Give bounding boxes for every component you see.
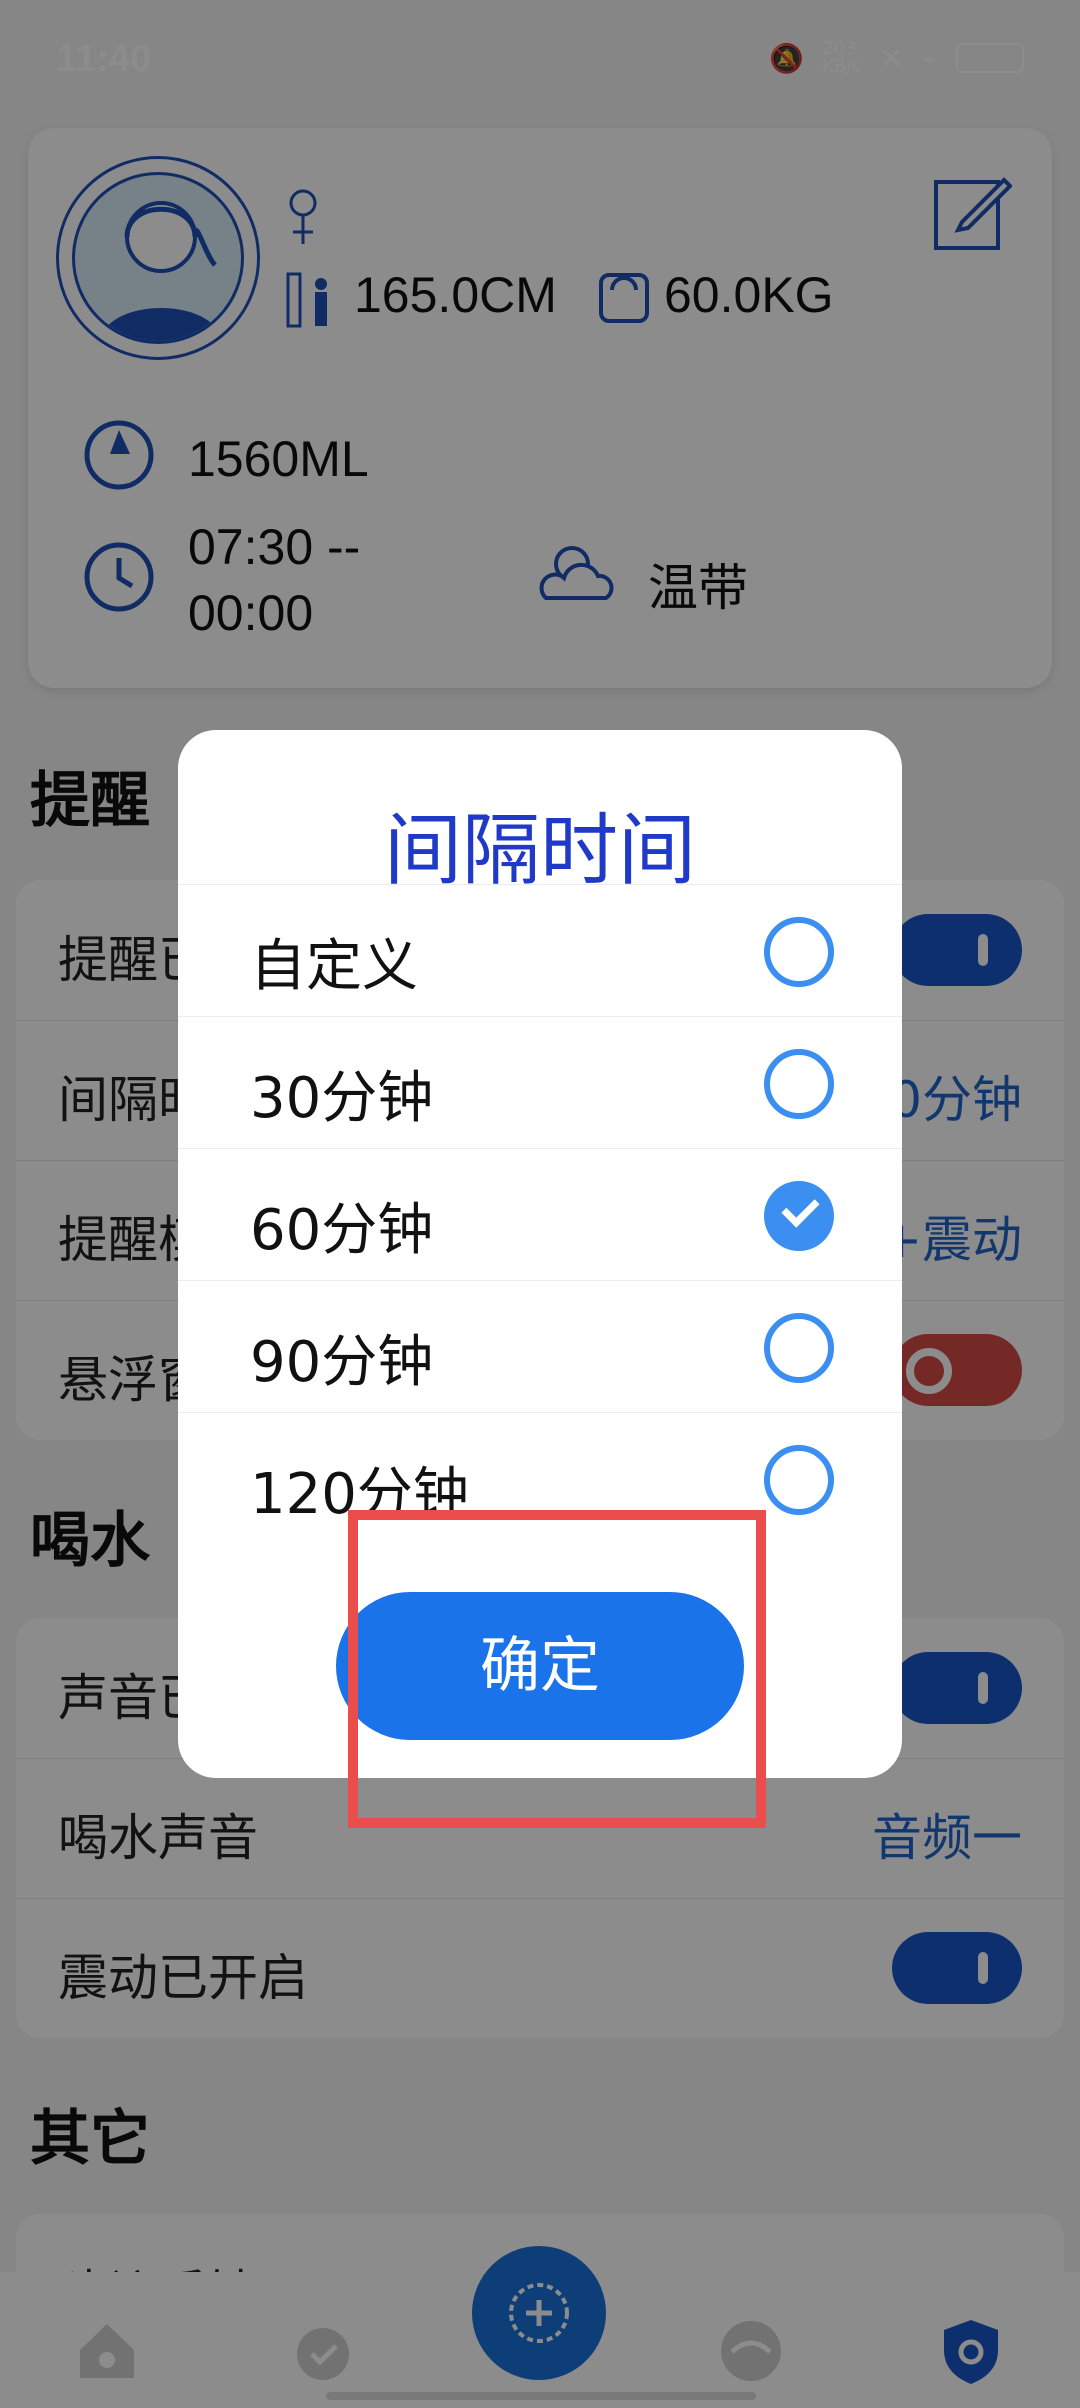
radio-button[interactable]: [764, 1445, 834, 1515]
highlight-box: [348, 1510, 766, 1828]
option-label: 60分钟: [250, 1198, 434, 1263]
radio-button[interactable]: [764, 1049, 834, 1119]
option-custom[interactable]: 自定义: [178, 884, 902, 1017]
radio-button[interactable]: [764, 917, 834, 987]
option-label: 自定义: [250, 934, 418, 999]
radio-button-checked[interactable]: [764, 1181, 834, 1251]
option-label: 30分钟: [250, 1066, 434, 1131]
option-label: 90分钟: [250, 1330, 434, 1395]
option-60min[interactable]: 60分钟: [178, 1148, 902, 1281]
radio-button[interactable]: [764, 1313, 834, 1383]
option-90min[interactable]: 90分钟: [178, 1280, 902, 1413]
option-30min[interactable]: 30分钟: [178, 1016, 902, 1149]
